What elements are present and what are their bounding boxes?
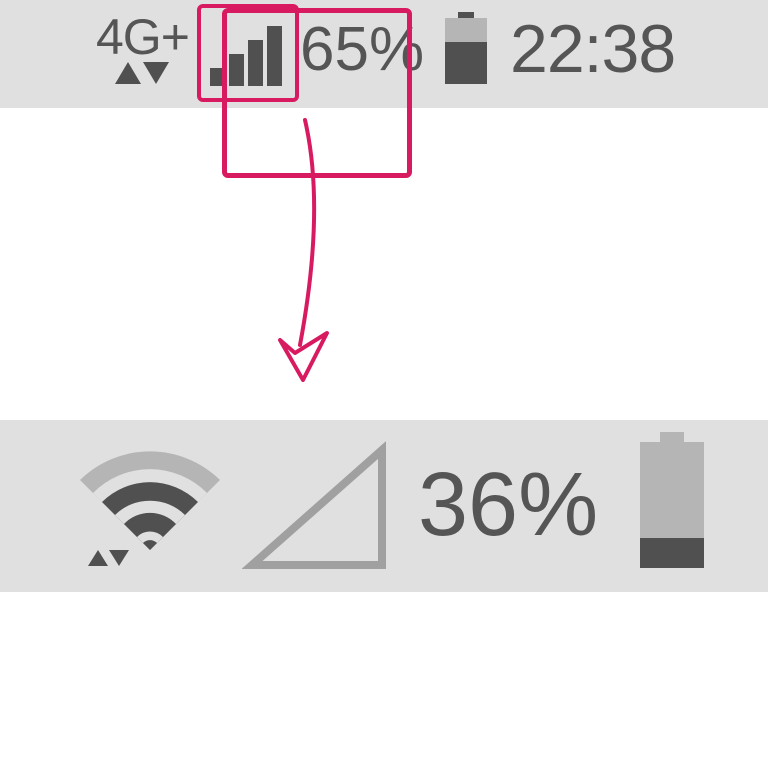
battery-icon — [640, 442, 704, 568]
clock-label: 22:38 — [510, 10, 675, 88]
network-type-label: 4G+ — [96, 8, 189, 66]
battery-percent-label: 36% — [418, 454, 598, 557]
data-activity-icon — [88, 550, 129, 571]
annotation-highlight-box — [222, 8, 412, 178]
data-activity-icon — [115, 62, 169, 89]
battery-icon — [445, 18, 487, 84]
status-bar-bottom: 36% — [0, 420, 768, 592]
cellular-signal-empty-icon — [242, 440, 392, 575]
